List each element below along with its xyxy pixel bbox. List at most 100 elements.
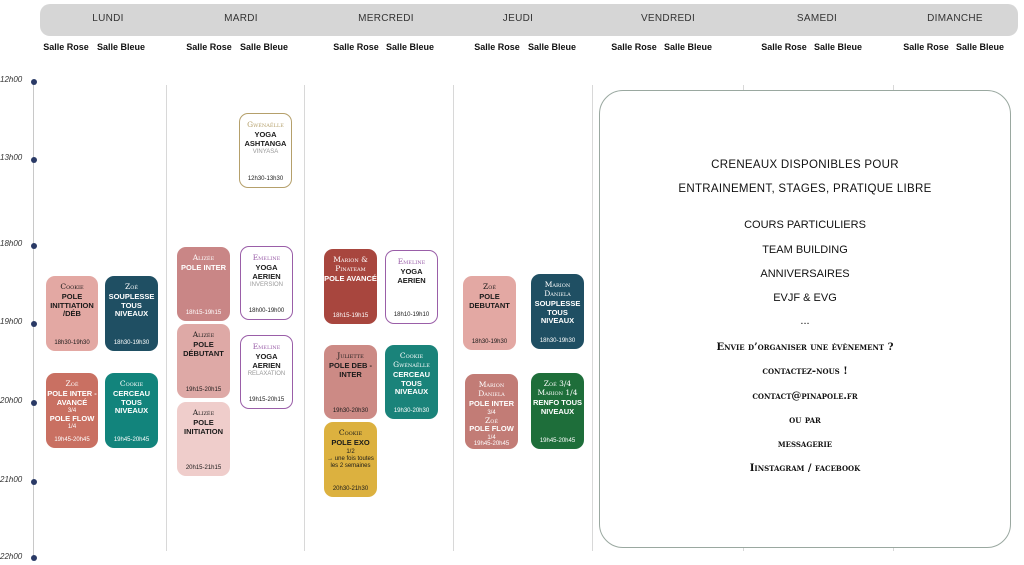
day-vendredi: VENDREDI: [640, 13, 696, 24]
class-slot[interactable]: Alizée POLE INITIATION 20h15-21h15: [177, 402, 230, 476]
slot-title: POLE INITTIATION /DÉB: [50, 292, 94, 319]
slot-note: → une fois toutes les 2 semaines: [327, 456, 374, 469]
slot-teacher: Cookie: [338, 428, 363, 437]
slot-time: 19h45-20h45: [113, 437, 150, 443]
room-bleue-samedi: Salle Bleue: [813, 42, 863, 52]
slot-teacher: Gwénaëlle: [247, 120, 284, 129]
slot-teacher: Juliette: [337, 351, 364, 360]
class-slot[interactable]: Emeline YOGA AERIEN RELAXATION 19h15-20h…: [240, 335, 293, 409]
contact-email[interactable]: contact@pinapole.fr: [600, 391, 1010, 402]
room-rose-mercredi: Salle Rose: [333, 42, 379, 52]
day-separator: [166, 85, 167, 551]
class-slot[interactable]: Cookie Gwénaëlle CERCEAU TOUS NIVEAUX 19…: [385, 345, 438, 419]
slot-teacher: Emeline: [252, 253, 281, 262]
info-line: ANNIVERSAIRES: [760, 268, 850, 280]
day-mercredi: MERCREDI: [358, 13, 414, 24]
room-bleue-mercredi: Salle Bleue: [385, 42, 435, 52]
class-slot[interactable]: Marion Daniela SOUPLESSE TOUS NIVEAUX 18…: [531, 274, 584, 349]
slot-teacher: Cookie: [60, 282, 84, 291]
slot-time: 20h30-21h30: [332, 486, 369, 492]
class-slot[interactable]: Emeline YOGA AERIEN 18h10-19h10: [385, 250, 438, 324]
slot-title: POLE INITIATION: [183, 418, 224, 436]
room-bleue-jeudi: Salle Bleue: [527, 42, 577, 52]
slot-teacher: Zoé: [483, 282, 496, 291]
day-samedi: SAMEDI: [796, 13, 838, 24]
slot-title: RENFO TOUS NIVEAUX: [532, 398, 583, 416]
slot-sub-2: 1/4: [487, 434, 496, 441]
slot-time: 19h45-20h45: [539, 438, 576, 444]
class-slot[interactable]: Zoé POLE INTER - AVANCÉ 3/4 POLE FLOW 1/…: [46, 373, 98, 448]
day-separator: [304, 85, 305, 551]
slot-time: 19h45-20h45: [54, 437, 90, 443]
class-slot[interactable]: Emeline YOGA AERIEN INVERSION 18h00-19h0…: [240, 246, 293, 320]
room-rose-mardi: Salle Rose: [186, 42, 232, 52]
hour-label: 19h00: [0, 317, 23, 326]
slot-time: 19h15-20h15: [185, 387, 222, 393]
class-slot[interactable]: Marion & Pinateam POLE AVANCÉ 18h15-19h1…: [324, 249, 377, 324]
class-slot[interactable]: Marion Daniela POLE INTER 3/4 Zoé POLE F…: [465, 374, 518, 449]
hour-dot: [31, 479, 37, 485]
hour-label: 13h00: [0, 153, 23, 162]
slot-time: 19h45-20h45: [473, 441, 510, 448]
slot-teacher: Emeline: [397, 257, 426, 266]
slot-teacher: Marion Daniela: [478, 380, 505, 398]
slot-title: SOUPLESSE TOUS NIVEAUX: [534, 299, 581, 326]
slot-teacher: Cookie: [119, 379, 144, 388]
slot-time: 19h15-20h15: [248, 397, 285, 403]
hour-dot: [31, 243, 37, 249]
slot-time: 19h30-20h30: [393, 408, 430, 414]
slot-teacher: Cookie Gwénaëlle: [393, 351, 430, 369]
hour-dot: [31, 400, 37, 406]
hour-label: 20h00: [0, 396, 23, 405]
slot-title: YOGA AERIEN: [252, 263, 281, 281]
class-slot[interactable]: Cookie POLE EXO 1/2 → une fois toutes le…: [324, 422, 377, 497]
slot-time: 20h15-21h15: [185, 465, 222, 471]
room-rose-lundi: Salle Rose: [43, 42, 89, 52]
info-line: EVJF & EVG: [773, 292, 837, 304]
day-separator: [592, 85, 593, 551]
hour-label: 22h00: [0, 552, 23, 561]
class-slot[interactable]: Cookie POLE INITTIATION /DÉB 18h30-19h30: [46, 276, 98, 351]
slot-teacher: Marion Daniela: [544, 280, 571, 298]
info-line: Iinstagram / facebook: [749, 463, 861, 474]
slot-teacher: Zoé: [65, 379, 79, 388]
slot-teacher: Marion & Pinateam: [333, 255, 368, 273]
slot-time: 18h30-19h30: [113, 340, 150, 346]
slot-sub-2: 1/4: [67, 424, 77, 431]
slot-title-2: POLE FLOW: [49, 413, 95, 423]
hour-dot: [31, 555, 37, 561]
class-slot[interactable]: Juliette POLE DEB - INTER 19h30-20h30: [324, 345, 377, 419]
class-slot[interactable]: Alizée POLE DÉBUTANT 19h15-20h15: [177, 324, 230, 398]
hour-dot: [31, 321, 37, 327]
availability-info-box: CRENEAUX DISPONIBLES POUR ENTRAINEMENT, …: [599, 90, 1011, 548]
slot-sub: 1/2: [346, 448, 355, 455]
info-line: contactez-nous !: [762, 366, 848, 377]
day-separator: [453, 85, 454, 551]
slot-time: 18h15-19h15: [185, 310, 222, 316]
class-slot[interactable]: Zoé SOUPLESSE TOUS NIVEAUX 18h30-19h30: [105, 276, 158, 351]
slot-teacher: Alizée: [192, 330, 215, 339]
class-slot[interactable]: Zoé 3/4 Marion 1/4 RENFO TOUS NIVEAUX 19…: [531, 373, 584, 449]
info-line: ou par: [789, 415, 821, 426]
slot-title: YOGA AERIEN: [397, 267, 426, 285]
slot-title: YOGA AERIEN: [252, 352, 281, 370]
slot-time: 18h30-19h30: [471, 339, 508, 345]
room-rose-samedi: Salle Rose: [761, 42, 807, 52]
hour-label: 12h00: [0, 75, 23, 84]
slot-teacher: Alizée: [192, 408, 215, 417]
slot-title: YOGA ASHTANGA: [244, 130, 287, 148]
info-line: COURS PARTICULIERS: [744, 219, 866, 231]
day-mardi: MARDI: [224, 13, 258, 24]
slot-sub: RELAXATION: [247, 371, 286, 378]
info-line: TEAM BUILDING: [762, 244, 848, 256]
hour-label: 18h00: [0, 239, 23, 248]
slot-title: POLE DEB - INTER: [329, 361, 372, 379]
class-slot[interactable]: Cookie CERCEAU TOUS NIVEAUX 19h45-20h45: [105, 373, 158, 448]
room-rose-dimanche: Salle Rose: [903, 42, 949, 52]
slot-sub: VINYASA: [252, 149, 279, 156]
slot-sub: INVERSION: [249, 282, 283, 289]
class-slot[interactable]: Alizée POLE INTER 18h15-19h15: [177, 247, 230, 321]
slot-teacher: Emeline: [252, 342, 281, 351]
class-slot[interactable]: Zoé POLE DEBUTANT 18h30-19h30: [463, 276, 516, 350]
class-slot[interactable]: Gwénaëlle YOGA ASHTANGA VINYASA 12h30-13…: [239, 113, 292, 188]
